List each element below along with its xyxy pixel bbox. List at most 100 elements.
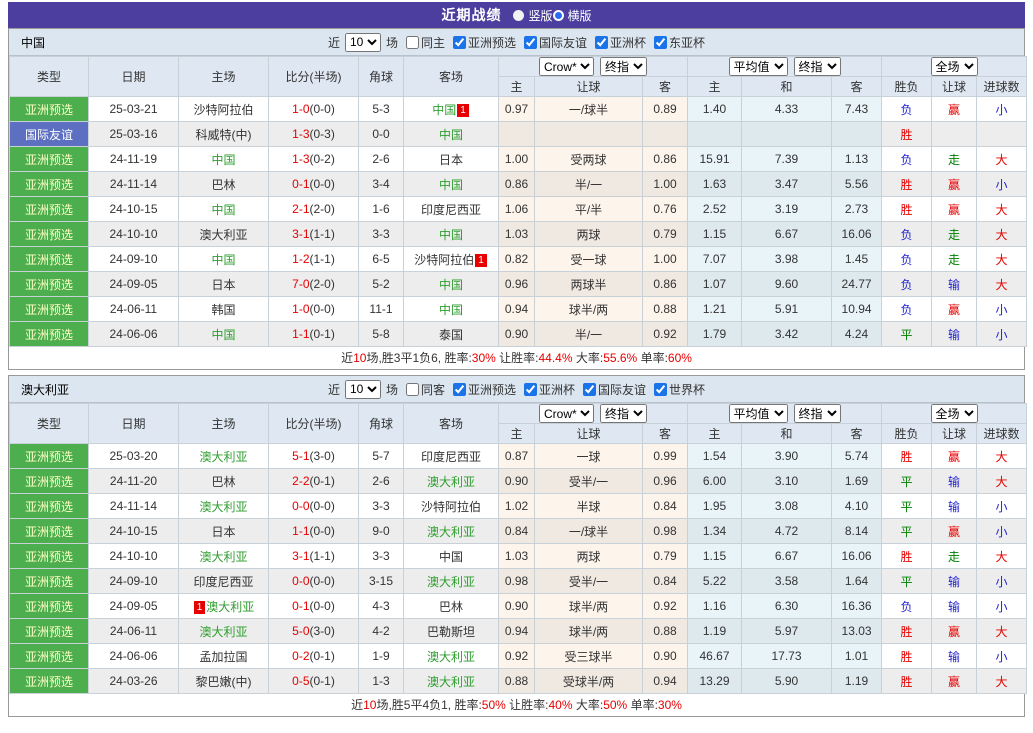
odds-index-select[interactable]: 终指: [600, 57, 647, 76]
avg-draw: 6.67: [741, 221, 833, 247]
result-winloss: 胜: [881, 618, 933, 644]
result-goals: 大: [976, 196, 1028, 222]
team-label: 澳大利亚: [206, 599, 255, 614]
league-checkbox[interactable]: [452, 382, 466, 396]
league-label: 亚洲杯: [610, 35, 647, 50]
col-subheader-result_handicap: 让球: [931, 76, 978, 97]
result-goals: 大: [976, 618, 1028, 644]
league-label: 国际友谊: [598, 382, 647, 397]
odds-away: [641, 121, 689, 147]
league-label: 亚洲杯: [539, 382, 576, 397]
match-row: 亚洲预选 24-10-15 中国 2-1(2-0) 1-6 印度尼西亚 1.06 平/半 0.7…: [9, 196, 1028, 222]
match-date: 25-03-20: [88, 443, 179, 469]
summary-footer: 近10场,胜3平1负6, 胜率:30% 让胜率:44.4% 大率:55.6% 单…: [9, 347, 1024, 369]
odds-handicap: 受两球: [534, 146, 643, 172]
scope-select[interactable]: 全场: [930, 404, 978, 423]
avg-home: 2.52: [687, 196, 743, 222]
summary-segment: 近: [351, 698, 364, 712]
odds-away: 0.86: [641, 271, 689, 297]
avg-away: 1.13: [831, 146, 883, 172]
radio-label: 横版: [567, 8, 592, 23]
away-team: 澳大利亚: [403, 568, 499, 594]
match-date: 24-10-10: [88, 543, 179, 569]
away-team: 澳大利亚: [403, 468, 499, 494]
odds-handicap: 两球: [534, 221, 643, 247]
same-venue-checkbox[interactable]: [405, 382, 419, 396]
avg-away: 16.06: [831, 543, 883, 569]
match-date: 24-11-19: [88, 146, 179, 172]
team-label: 中国: [432, 102, 457, 117]
odds-home: 1.06: [498, 196, 535, 222]
score-cell: 1-1(0-1): [268, 321, 359, 347]
result-handicap: 赢: [931, 443, 978, 469]
score-cell: 1-1(0-0): [268, 518, 359, 544]
match-count-select[interactable]: 10: [344, 379, 381, 399]
odds-home: 0.84: [498, 518, 535, 544]
match-row: 亚洲预选 24-06-06 中国 1-1(0-1) 5-8 泰国 0.90 半/一 0.92 1.…: [9, 321, 1028, 347]
match-type: 亚洲预选: [9, 468, 89, 494]
avg-home: [687, 121, 743, 147]
odds-home: 0.90: [498, 593, 535, 619]
league-checkbox[interactable]: [654, 35, 668, 49]
col-header-type: 类型: [9, 56, 89, 97]
odds-source-select[interactable]: Crow*: [539, 57, 594, 76]
league-checkbox[interactable]: [583, 382, 597, 396]
team-label: 巴勒斯坦: [426, 624, 475, 639]
home-team: 孟加拉国: [178, 643, 269, 669]
odds-home: 0.87: [498, 443, 535, 469]
result-goals: 小: [976, 593, 1028, 619]
result-winloss: 胜: [881, 196, 933, 222]
away-team: 沙特阿拉伯: [403, 493, 499, 519]
match-type: 亚洲预选: [9, 568, 89, 594]
col-subheader-avg_draw: 和: [741, 423, 833, 444]
halftime-score: (1-1): [309, 549, 335, 563]
team-label: 澳大利亚: [426, 474, 475, 489]
odds-index-select[interactable]: 终指: [600, 404, 647, 423]
same-venue-checkbox[interactable]: [405, 35, 419, 49]
match-row: 亚洲预选 24-03-26 黎巴嫩(中) 0-5(0-1) 1-3 澳大利亚 0.88 受球半…: [9, 668, 1028, 694]
league-checkbox[interactable]: [524, 382, 537, 396]
avg-source-select[interactable]: 平均值: [728, 57, 788, 76]
summary-segment: 60%: [667, 351, 692, 365]
scope-select[interactable]: 全场: [930, 57, 978, 76]
fulltime-score: 1-0: [292, 102, 310, 116]
corner-cell: 5-7: [358, 443, 404, 469]
match-row: 亚洲预选 24-11-14 澳大利亚 0-0(0-0) 3-3 沙特阿拉伯 1.02 半球 0.…: [9, 493, 1028, 519]
avg-index-select[interactable]: 终指: [793, 404, 841, 423]
match-count-select[interactable]: 10: [344, 32, 381, 52]
avg-source-select[interactable]: 平均值: [728, 404, 788, 423]
result-goals: 小: [976, 643, 1028, 669]
fulltime-score: 3-1: [292, 227, 310, 241]
match-date: 24-09-05: [88, 271, 179, 297]
odds-home: 0.92: [498, 643, 535, 669]
odds-source-select[interactable]: Crow*: [539, 404, 594, 423]
vertical-layout-radio[interactable]: 竖版: [513, 7, 553, 24]
result-handicap: 输: [931, 493, 978, 519]
score-cell: 5-1(3-0): [268, 443, 359, 469]
col-header-home: 主场: [178, 403, 269, 444]
result-goals: 大: [976, 246, 1028, 272]
avg-index-select[interactable]: 终指: [793, 57, 841, 76]
halftime-score: (0-0): [309, 177, 335, 191]
team-label: 孟加拉国: [199, 649, 248, 664]
match-date: 25-03-16: [88, 121, 179, 147]
result-handicap: 赢: [931, 196, 978, 222]
league-checkbox[interactable]: [452, 35, 466, 49]
halftime-score: (0-0): [309, 524, 335, 538]
avg-home: 1.79: [687, 321, 743, 347]
odds-home: 0.90: [498, 321, 535, 347]
match-type: 亚洲预选: [9, 518, 89, 544]
match-type: 亚洲预选: [9, 146, 89, 172]
match-date: 24-10-10: [88, 221, 179, 247]
result-handicap: 赢: [931, 518, 978, 544]
league-checkbox[interactable]: [524, 35, 537, 49]
league-checkbox[interactable]: [595, 35, 609, 49]
horizontal-layout-radio[interactable]: 横版: [552, 7, 592, 24]
league-checkbox[interactable]: [654, 382, 668, 396]
odds-group-header: Crow* 终指: [497, 56, 689, 77]
corner-cell: 3-15: [358, 568, 404, 594]
match-type: 亚洲预选: [9, 443, 89, 469]
near-label: 近: [327, 382, 340, 397]
fulltime-score: 1-1: [292, 524, 310, 538]
match-type: 亚洲预选: [9, 668, 89, 694]
